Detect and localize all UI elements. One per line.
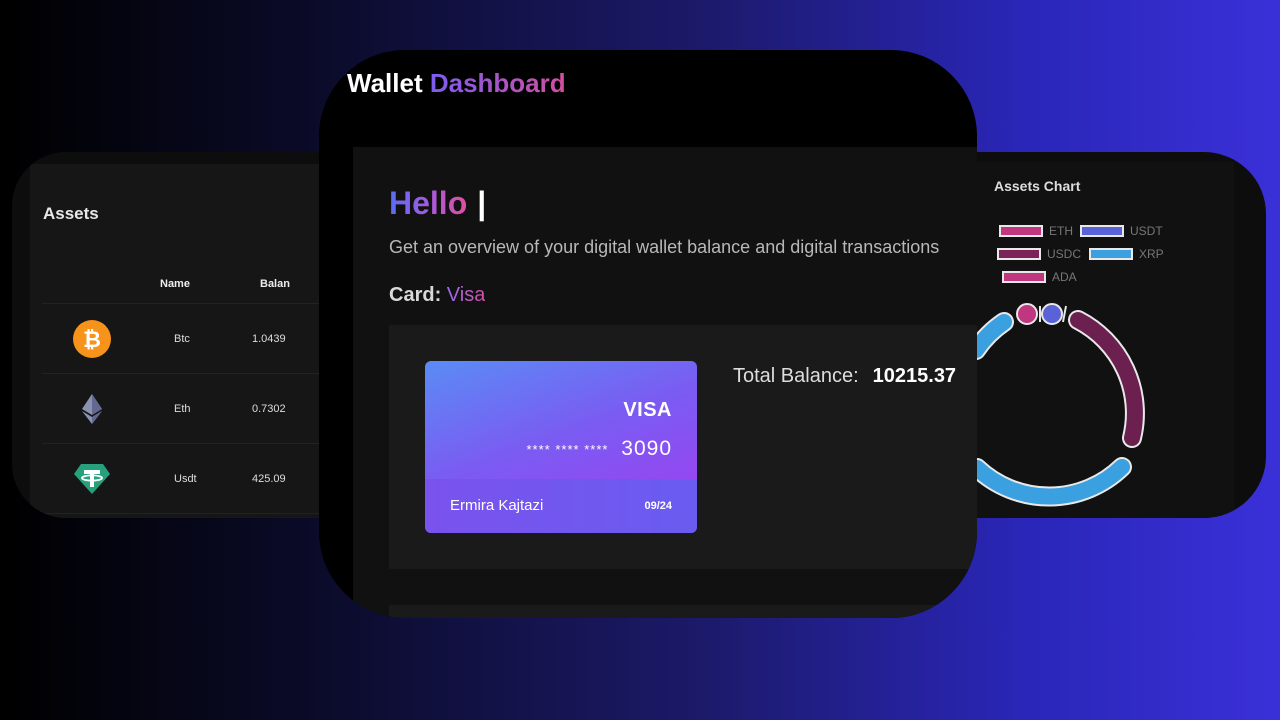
legend-swatch (997, 248, 1041, 260)
legend-label: USDT (1130, 224, 1163, 238)
legend-label: USDC (1047, 247, 1082, 261)
assets-title: Assets (43, 204, 99, 223)
legend-item[interactable]: USDT (1080, 224, 1163, 238)
page-title-accent: Dashboard (429, 68, 566, 98)
card-label-prefix: Card: (389, 284, 442, 306)
legend-item[interactable]: XRP (1089, 247, 1164, 261)
chart-title: Assets Chart (994, 178, 1081, 194)
wallet-dashboard-panel: Wallet Dashboard Hello | Get an overview … (319, 50, 977, 618)
credit-card[interactable]: VISA **** **** **** 3090 Ermira Kajtazi … (425, 361, 697, 533)
legend-item[interactable]: ADA (1002, 270, 1077, 284)
main-content: Hello | Get an overview of your digital w… (353, 147, 977, 618)
legend-swatch (999, 225, 1043, 237)
page-title: Wallet Dashboard (347, 68, 566, 99)
ethereum-icon (73, 390, 111, 428)
svg-text:₿: ₿ (83, 328, 101, 353)
legend-swatch (1089, 248, 1133, 260)
total-balance-label: Total Balance: (733, 365, 859, 387)
card-last-four: 3090 (621, 437, 672, 460)
card-number-mask: **** **** **** (526, 441, 609, 457)
page-title-prefix: Wallet (347, 68, 423, 98)
legend-swatch (1002, 271, 1046, 283)
donut-segment-xrp-bottom (969, 459, 1130, 505)
legend-swatch (1080, 225, 1124, 237)
card-label: Card: Visa (389, 284, 485, 307)
card-expiry: 09/24 (644, 500, 672, 512)
asset-name: Usdt (174, 472, 197, 485)
card-number: **** **** **** 3090 (527, 437, 673, 461)
legend-label: XRP (1139, 247, 1164, 261)
total-balance: Total Balance: 10215.37 (733, 365, 956, 388)
donut-segment-btc (1062, 305, 1067, 323)
greeting-text: Hello (389, 185, 468, 221)
donut-segment-usdt (1041, 303, 1063, 325)
asset-name: Eth (174, 402, 191, 415)
typing-cursor: | (477, 185, 487, 221)
card-type: Visa (446, 284, 486, 306)
legend-label: ADA (1052, 270, 1077, 284)
total-balance-value: 10215.37 (872, 365, 957, 387)
legend-label: ETH (1049, 224, 1073, 238)
legend-item[interactable]: USDC (997, 247, 1081, 261)
card-section: VISA **** **** **** 3090 Ermira Kajtazi … (389, 325, 977, 569)
card-brand: VISA (623, 399, 672, 421)
bitcoin-icon: ₿ (73, 319, 111, 358)
tether-icon (73, 460, 111, 498)
card-holder: Ermira Kajtazi (450, 497, 544, 514)
greeting: Hello | (389, 185, 486, 222)
donut-segment-eth (1016, 303, 1038, 325)
asset-name: Btc (174, 332, 190, 345)
next-section (389, 605, 977, 618)
legend-item[interactable]: ETH (999, 224, 1073, 238)
column-name: Name (160, 277, 190, 290)
overview-text: Get an overview of your digital wallet b… (389, 237, 940, 257)
